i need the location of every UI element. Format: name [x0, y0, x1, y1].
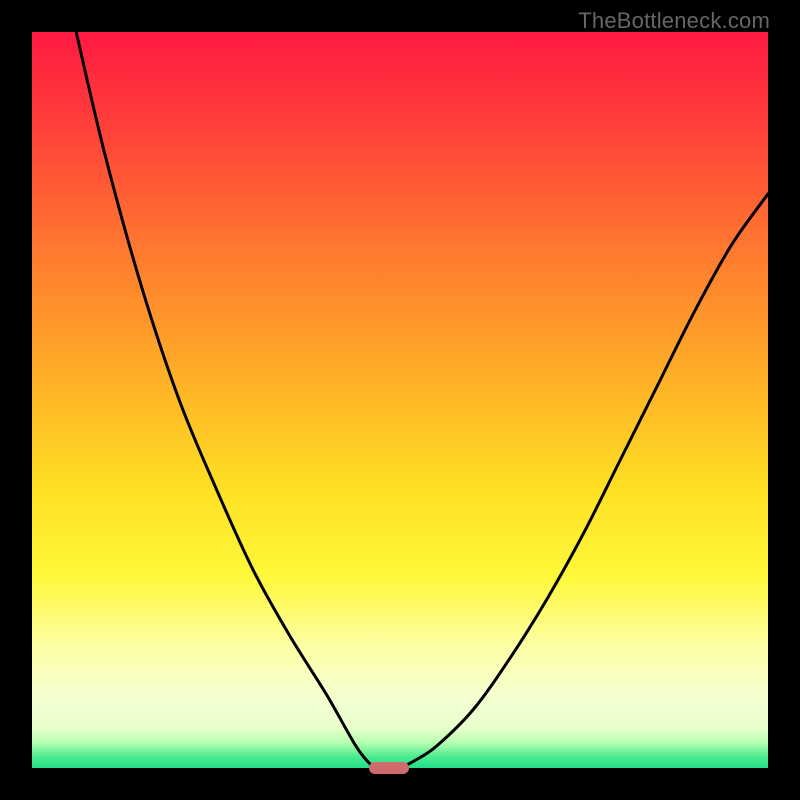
bottleneck-curve — [32, 32, 768, 768]
chart-plot-area — [32, 32, 768, 768]
watermark-text: TheBottleneck.com — [578, 8, 770, 34]
optimum-marker — [369, 762, 409, 774]
